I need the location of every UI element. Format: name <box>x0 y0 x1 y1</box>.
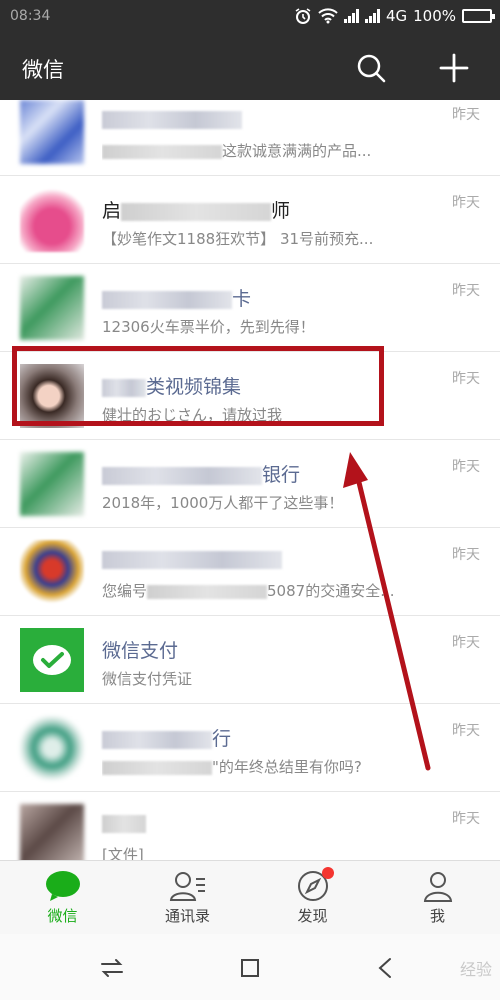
chat-name: 行 <box>102 724 231 751</box>
wechat-pay-icon <box>33 645 71 675</box>
system-nav-bar: 经验 <box>0 934 500 1000</box>
avatar <box>20 364 84 428</box>
avatar <box>20 716 84 780</box>
chat-name: 启师 <box>102 200 291 222</box>
chat-preview: 【妙笔作文1188狂欢节】 31号前预充... <box>102 230 374 248</box>
chat-row[interactable]: 卡 12306火车票半价，先到先得！ 昨天 <box>0 264 500 352</box>
tab-label: 通讯录 <box>164 907 210 925</box>
tab-contacts[interactable]: 通讯录 <box>125 861 250 934</box>
home-square-icon[interactable] <box>236 954 264 982</box>
tab-me[interactable]: 我 <box>375 861 500 934</box>
tab-label: 微信 <box>47 907 78 925</box>
avatar <box>20 188 84 252</box>
back-icon[interactable] <box>372 954 400 982</box>
signal-icon-2 <box>364 9 380 23</box>
chat-preview: 这款诚意满满的产品... <box>102 140 371 161</box>
wifi-icon <box>318 8 338 24</box>
chat-row[interactable]: 启师 【妙笔作文1188狂欢节】 31号前预充... 昨天 <box>0 176 500 264</box>
notification-dot <box>322 867 334 879</box>
signal-icon <box>343 9 359 23</box>
chat-time: 昨天 <box>452 811 480 827</box>
avatar <box>20 804 84 860</box>
chat-row[interactable]: 类视频锦集 健壮的おじさん，请放过我 昨天 <box>0 352 500 440</box>
avatar <box>20 276 84 340</box>
chat-row[interactable]: 这款诚意满满的产品... 昨天 <box>0 100 500 176</box>
chat-row[interactable]: [文件] 昨天 <box>0 792 500 860</box>
chat-bubble-icon <box>45 871 80 901</box>
chat-preview: "的年终总结里有你吗? <box>102 756 362 777</box>
switch-apps-icon[interactable] <box>98 954 126 982</box>
avatar <box>20 540 84 604</box>
watermark: 经验 <box>459 960 492 979</box>
chat-name <box>102 108 242 130</box>
avatar <box>20 100 84 164</box>
tab-label: 我 <box>429 907 445 925</box>
network-type: 4G <box>385 7 408 25</box>
chat-name: 银行 <box>102 460 300 487</box>
chat-time: 昨天 <box>452 283 480 299</box>
chat-preview: 微信支付凭证 <box>102 670 193 688</box>
chat-preview: [文件] <box>102 846 144 860</box>
chat-preview: 2018年，1000万人都干了这些事！ <box>102 494 344 512</box>
tab-discover[interactable]: 发现 <box>250 861 375 934</box>
tab-label: 发现 <box>297 907 328 925</box>
status-right: 4G 100% <box>294 7 495 25</box>
chat-time: 昨天 <box>452 107 480 123</box>
chat-time: 昨天 <box>452 195 480 211</box>
alarm-icon <box>295 8 311 24</box>
chat-name: 微信支付 <box>102 640 179 662</box>
add-button[interactable] <box>437 51 471 85</box>
chat-name: 卡 <box>102 284 251 311</box>
chat-row[interactable]: 您编号 5087的交通安全... 昨天 <box>0 528 500 616</box>
search-icon <box>357 54 386 83</box>
battery-icon <box>462 9 495 23</box>
chat-list: 这款诚意满满的产品... 昨天 启师 【妙笔作文1188狂欢节】 31号前预充.… <box>0 100 500 860</box>
search-button[interactable] <box>354 51 388 85</box>
contacts-icon <box>169 872 205 901</box>
chat-name <box>102 548 282 570</box>
chat-preview: 12306火车票半价，先到先得！ <box>102 318 315 336</box>
tab-bar: 微信 通讯录 发现 我 <box>0 860 500 934</box>
chat-preview: 您编号 5087的交通安全... <box>102 582 395 600</box>
chat-row[interactable]: 行 "的年终总结里有你吗? 昨天 <box>0 704 500 792</box>
chat-name: 类视频锦集 <box>102 372 241 399</box>
avatar <box>20 628 84 692</box>
chat-row[interactable]: 微信支付 微信支付凭证 昨天 <box>0 616 500 704</box>
chat-time: 昨天 <box>452 547 480 563</box>
page-title: 微信 <box>22 58 64 82</box>
chat-preview: 健壮的おじさん，请放过我 <box>102 406 283 424</box>
chat-time: 昨天 <box>452 723 480 739</box>
chat-time: 昨天 <box>452 635 480 651</box>
avatar <box>20 452 84 516</box>
title-bar: 微信 <box>0 34 500 100</box>
plus-icon <box>439 53 469 83</box>
chat-name <box>102 812 146 834</box>
status-bar: 08:34 4G 100% <box>0 0 500 34</box>
person-icon <box>423 872 452 902</box>
chat-row[interactable]: 银行 2018年，1000万人都干了这些事！ 昨天 <box>0 440 500 528</box>
chat-time: 昨天 <box>452 459 480 475</box>
tab-chats[interactable]: 微信 <box>0 861 125 934</box>
chat-time: 昨天 <box>452 371 480 387</box>
battery-percent: 100% <box>413 7 456 25</box>
